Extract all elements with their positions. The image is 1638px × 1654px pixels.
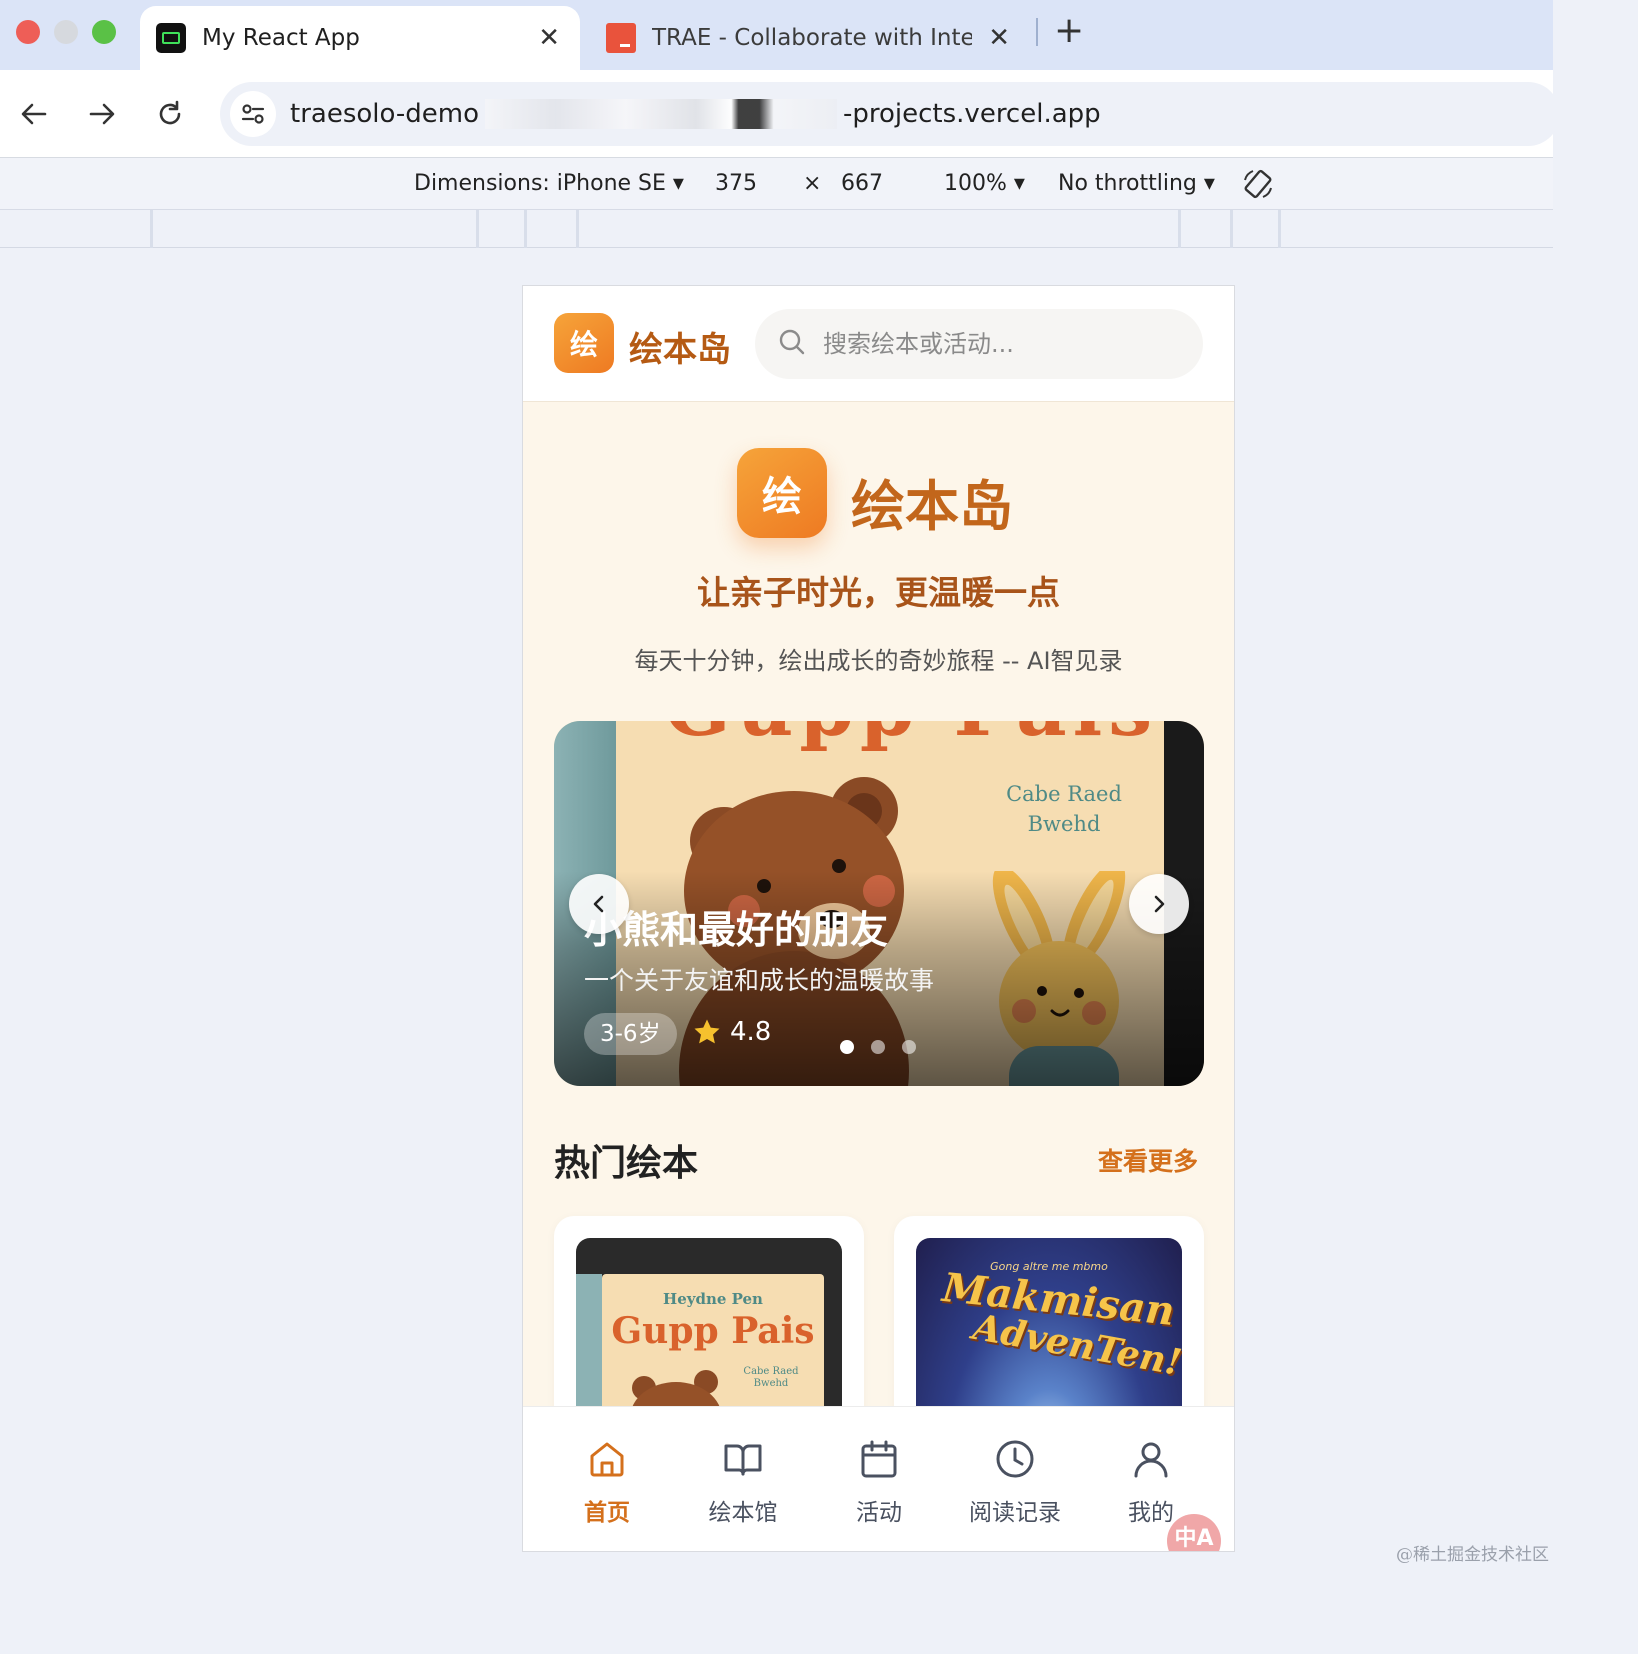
back-arrow-icon[interactable] <box>12 92 56 136</box>
browser-toolbar: traesolo-demo -projects.vercel.app <box>0 70 1560 158</box>
user-icon <box>1134 1442 1168 1478</box>
rating: 4.8 <box>692 1017 771 1047</box>
site-settings-icon[interactable] <box>230 91 276 137</box>
url-prefix: traesolo-demo <box>290 99 479 129</box>
cover-small-art: Cabe Raed Bwehd <box>743 1366 799 1389</box>
chevron-left-icon <box>593 895 604 913</box>
window-minimize-button[interactable] <box>54 20 78 44</box>
address-bar[interactable]: traesolo-demo -projects.vercel.app <box>220 82 1560 146</box>
hero-subslogan: 每天十分钟，绘出成长的奇妙旅程 -- AI智见录 <box>634 647 1123 675</box>
nav-library[interactable]: 绘本馆 <box>683 1407 803 1537</box>
throttling-select[interactable]: No throttling ▾ <box>1058 171 1215 196</box>
nav-label: 绘本馆 <box>708 1500 778 1526</box>
nav-label: 活动 <box>856 1500 902 1526</box>
redacted-url-segment <box>485 99 837 129</box>
height-input[interactable]: 667 <box>841 171 883 196</box>
url-suffix: -projects.vercel.app <box>843 99 1101 129</box>
window-close-button[interactable] <box>16 20 40 44</box>
cover-author-art: Cabe Raed Bwehd <box>1006 782 1122 836</box>
chevron-right-icon <box>1154 895 1165 913</box>
tab-close-icon[interactable]: ✕ <box>988 23 1010 53</box>
cover-author-art: Heydne Pen <box>663 1290 763 1308</box>
device-select[interactable]: Dimensions: iPhone SE ▾ <box>414 171 684 196</box>
nav-home[interactable]: 首页 <box>547 1407 667 1537</box>
carousel-next-button[interactable] <box>1129 874 1189 934</box>
view-more-link[interactable]: 查看更多 <box>1098 1142 1198 1178</box>
nav-label: 首页 <box>584 1500 630 1526</box>
hero-slogan: 让亲子时光，更温暖一点 <box>697 573 1060 612</box>
nav-reading-history[interactable]: 阅读记录 <box>955 1407 1075 1537</box>
hero-brand-name: 绘本岛 <box>851 475 1013 538</box>
trae-favicon-icon <box>606 23 636 53</box>
watermark: @稀土掘金技术社区 <box>1396 1545 1549 1565</box>
terminal-favicon-icon <box>156 23 186 53</box>
tab-separator <box>1036 18 1038 46</box>
search-input[interactable] <box>823 330 1163 358</box>
window-zoom-button[interactable] <box>92 20 116 44</box>
app-header: 绘 绘本岛 <box>523 286 1234 402</box>
calendar-icon <box>861 1440 897 1478</box>
section-title-popular: 热门绘本 <box>554 1143 699 1184</box>
tab-strip: My React App ✕ TRAE - Collaborate with I… <box>0 0 1553 70</box>
dimension-separator: × <box>803 171 822 196</box>
url-text: traesolo-demo -projects.vercel.app <box>290 99 1101 129</box>
rating-value: 4.8 <box>730 1017 772 1047</box>
rotate-icon[interactable] <box>1240 166 1276 208</box>
bottom-nav: 首页 绘本馆 活动 阅读记录 我的 <box>523 1406 1234 1551</box>
forward-arrow-icon[interactable] <box>80 92 124 136</box>
carousel-dot[interactable] <box>902 1040 916 1054</box>
nav-label: 阅读记录 <box>969 1500 1061 1526</box>
reload-icon[interactable] <box>148 92 192 136</box>
carousel-book-title[interactable]: 小熊和最好的朋友 <box>584 899 888 954</box>
carousel-dot[interactable] <box>871 1040 885 1054</box>
hero-logo: 绘 <box>737 448 827 538</box>
device-viewport: 绘 绘本岛 绘 绘本岛 让亲子时光，更温暖一点 每天十分钟，绘出成长的奇妙旅程 … <box>522 285 1235 1552</box>
tab-close-icon[interactable]: ✕ <box>538 23 560 53</box>
app-logo[interactable]: 绘 <box>554 313 614 373</box>
tab-title: TRAE - Collaborate with Intelli <box>652 25 972 51</box>
carousel-dot[interactable] <box>840 1040 854 1054</box>
new-tab-plus-icon[interactable]: + <box>1054 10 1084 51</box>
nav-activities[interactable]: 活动 <box>819 1407 939 1537</box>
clock-icon <box>996 1440 1034 1478</box>
tab-my-react-app[interactable]: My React App ✕ <box>140 6 580 70</box>
cover-title-art: Gupp Pais <box>611 1310 815 1352</box>
zoom-select[interactable]: 100% ▾ <box>944 171 1025 196</box>
carousel-prev-button[interactable] <box>569 874 629 934</box>
carousel-indicators <box>840 1040 933 1054</box>
cover-title-art: Gupp Pais <box>664 721 1158 754</box>
search-box[interactable] <box>755 309 1203 379</box>
home-icon <box>590 1442 624 1477</box>
featured-carousel[interactable]: Gupp Pais Cabe Raed Bwehd 小熊和最好的朋友 一个关于友… <box>554 721 1204 1086</box>
device-toolbar: Dimensions: iPhone SE ▾ 375 × 667 100% ▾… <box>0 158 1553 210</box>
book-icon <box>724 1444 762 1476</box>
carousel-book-subtitle: 一个关于友谊和成长的温暖故事 <box>584 966 935 995</box>
age-badge: 3-6岁 <box>584 1013 677 1055</box>
star-icon <box>694 1019 720 1044</box>
app-brand-name[interactable]: 绘本岛 <box>629 322 731 371</box>
search-icon <box>777 327 807 361</box>
tab-title: My React App <box>202 25 360 51</box>
tab-trae[interactable]: TRAE - Collaborate with Intelli ✕ <box>590 6 1030 70</box>
media-query-ruler <box>0 210 1553 248</box>
width-input[interactable]: 375 <box>715 171 757 196</box>
